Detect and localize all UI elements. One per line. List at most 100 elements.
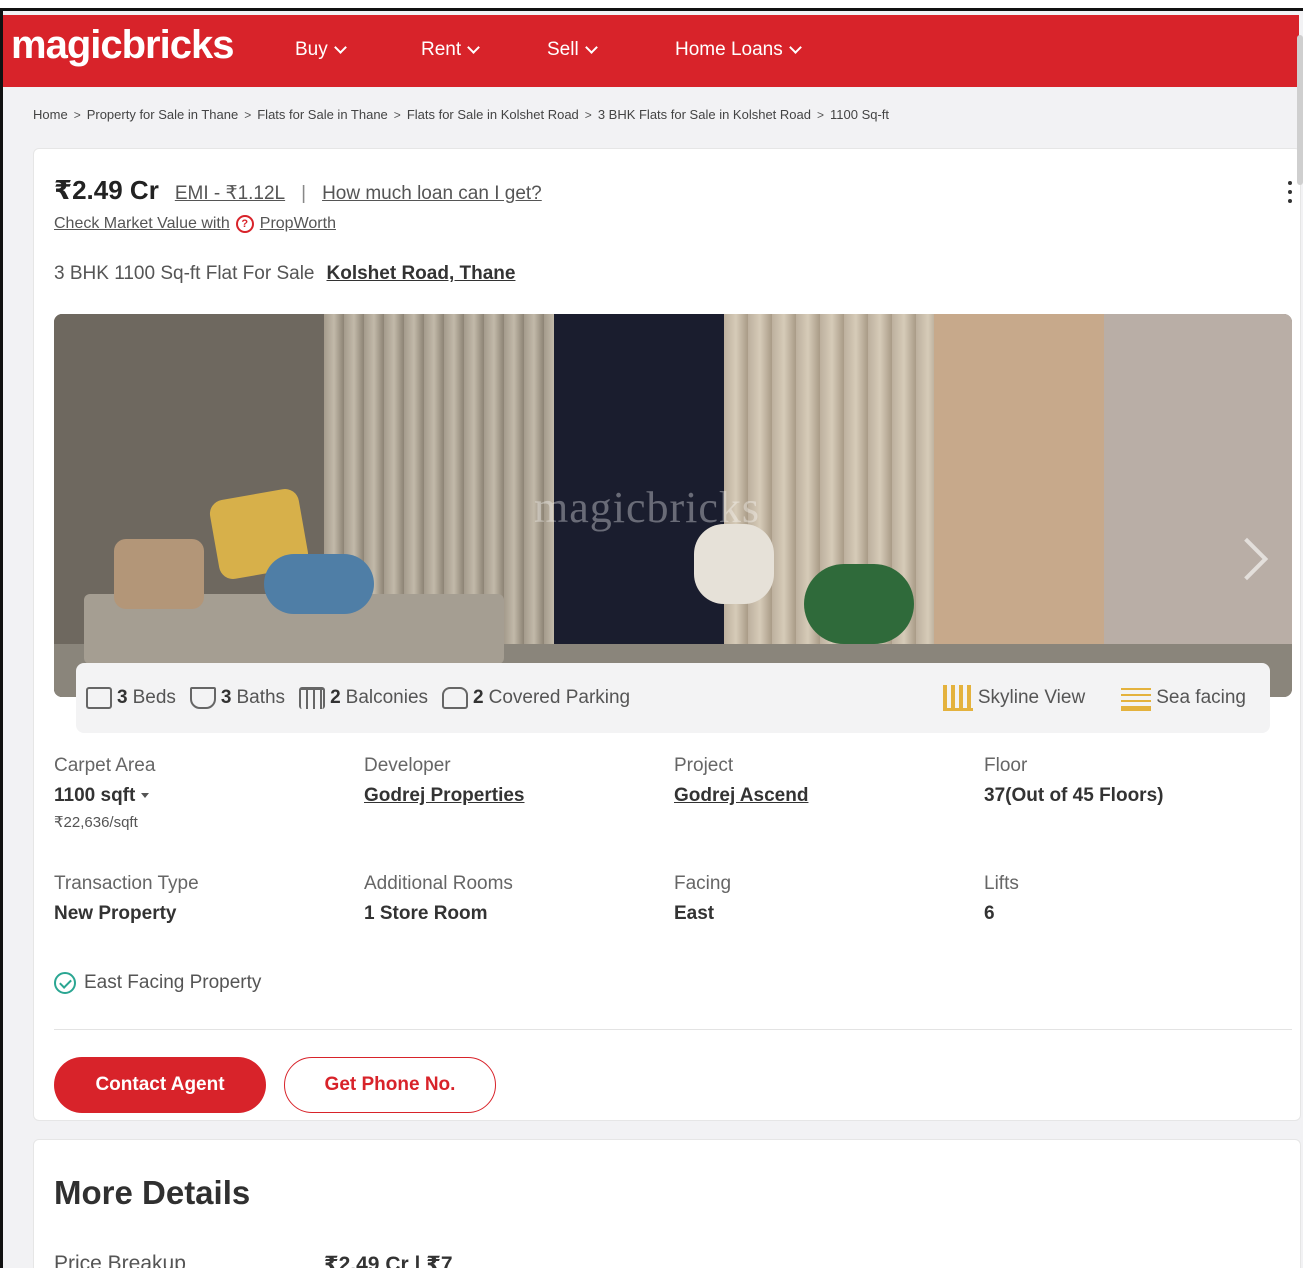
skyline-label: Skyline View bbox=[977, 687, 1086, 708]
transaction-value: New Property bbox=[54, 903, 177, 924]
sea-label: Sea facing bbox=[1156, 687, 1246, 708]
spec-carpet-area: Carpet Area 1100 sqft ₹22,636/sqft bbox=[54, 755, 155, 831]
facing-label: Facing bbox=[674, 873, 732, 894]
more-details-title: More Details bbox=[54, 1174, 251, 1211]
market-value-row[interactable]: Check Market Value with ? PropWorth bbox=[54, 215, 336, 233]
nav-sell-label: Sell bbox=[547, 39, 579, 60]
listing-title-text: 3 BHK 1100 Sq-ft Flat For Sale bbox=[54, 263, 315, 284]
carpet-area-value: 1100 sqft bbox=[54, 785, 155, 807]
rooms-value: 1 Store Room bbox=[364, 903, 488, 924]
beds-label: Beds bbox=[132, 687, 176, 708]
breadcrumb-separator: > bbox=[584, 107, 592, 122]
breadcrumb-flats-thane[interactable]: Flats for Sale in Thane bbox=[257, 107, 388, 122]
amenity-beds: 3 Beds bbox=[86, 687, 176, 709]
breadcrumb-separator: > bbox=[244, 107, 252, 122]
propworth-icon: ? bbox=[235, 215, 254, 233]
amenity-bar: 3 Beds 3 Baths 2 Balconies 2 Covered Par… bbox=[76, 663, 1270, 733]
amenity-balconies: 2 Balconies bbox=[299, 687, 428, 709]
sea-facing-icon bbox=[1121, 685, 1152, 711]
chevron-down-icon bbox=[467, 41, 481, 54]
price: ₹2.49 Cr bbox=[54, 175, 159, 205]
amenity-parking: 2 Covered Parking bbox=[442, 687, 630, 709]
nav-home-loans-label: Home Loans bbox=[675, 39, 783, 60]
chevron-down-icon bbox=[584, 41, 598, 54]
nav-rent[interactable]: Rent bbox=[421, 39, 481, 61]
market-value-text: Check Market Value with bbox=[54, 215, 230, 232]
facing-value: East bbox=[674, 903, 715, 924]
spec-facing: Facing East bbox=[674, 873, 731, 925]
separator: | bbox=[301, 183, 307, 204]
price-breakup-label: Price Breakup bbox=[54, 1252, 186, 1268]
chevron-down-icon bbox=[333, 41, 347, 54]
balcony-icon bbox=[299, 687, 326, 709]
carpet-area-text: 1100 sqft bbox=[54, 785, 136, 806]
breadcrumb-separator: > bbox=[816, 107, 824, 122]
nav-buy[interactable]: Buy bbox=[295, 39, 347, 61]
car-icon bbox=[442, 687, 469, 709]
emi-link[interactable]: EMI - ₹1.12L bbox=[175, 182, 285, 205]
get-phone-button[interactable]: Get Phone No. bbox=[284, 1057, 496, 1113]
nav-sell[interactable]: Sell bbox=[547, 39, 598, 61]
bathtub-icon bbox=[189, 687, 216, 709]
more-options-icon[interactable] bbox=[1288, 181, 1294, 203]
facing-highlight: East Facing Property bbox=[54, 972, 261, 994]
developer-link[interactable]: Godrej Properties bbox=[364, 785, 525, 807]
beds-count: 3 bbox=[117, 687, 128, 708]
property-photo[interactable]: magicbricks bbox=[54, 314, 1292, 697]
breadcrumb-3bhk-kolshet[interactable]: 3 BHK Flats for Sale in Kolshet Road bbox=[598, 107, 811, 122]
floor-label: Floor bbox=[984, 755, 1028, 776]
rooms-label: Additional Rooms bbox=[364, 873, 513, 894]
amenity-sea: Sea facing bbox=[1121, 685, 1246, 711]
page-scrollbar[interactable] bbox=[1297, 35, 1303, 185]
chevron-down-icon bbox=[788, 41, 802, 54]
price-row: ₹2.49 Cr EMI - ₹1.12L | How much loan ca… bbox=[54, 175, 542, 206]
facing-note-text: East Facing Property bbox=[84, 972, 262, 993]
breadcrumb-home[interactable]: Home bbox=[33, 107, 68, 122]
breadcrumb: Home > Property for Sale in Thane > Flat… bbox=[33, 107, 889, 122]
spec-floor: Floor 37(Out of 45 Floors) bbox=[984, 755, 1163, 807]
more-details-card: More Details Price Breakup ₹2.49 Cr | ₹7 bbox=[33, 1139, 1301, 1268]
listing-card: ₹2.49 Cr EMI - ₹1.12L | How much loan ca… bbox=[33, 148, 1301, 1121]
breadcrumb-property-thane[interactable]: Property for Sale in Thane bbox=[87, 107, 239, 122]
balconies-label: Balconies bbox=[345, 687, 429, 708]
browser-viewport: magicbricks Buy Rent Sell Home Loans Hom… bbox=[0, 8, 1303, 1268]
project-link[interactable]: Godrej Ascend bbox=[674, 785, 808, 807]
bed-icon bbox=[86, 687, 112, 709]
breadcrumb-flats-kolshet[interactable]: Flats for Sale in Kolshet Road bbox=[407, 107, 579, 122]
unit-dropdown-icon[interactable] bbox=[141, 793, 150, 799]
nav-rent-label: Rent bbox=[421, 39, 462, 60]
top-navbar: magicbricks Buy Rent Sell Home Loans bbox=[3, 15, 1299, 87]
amenity-highlights: Skyline View Sea facing bbox=[942, 685, 1260, 711]
spec-lifts: Lifts 6 bbox=[984, 873, 1019, 925]
floor-value: 37(Out of 45 Floors) bbox=[984, 785, 1164, 806]
skyline-icon bbox=[942, 685, 973, 711]
carpet-area-label: Carpet Area bbox=[54, 755, 156, 776]
breadcrumb-separator: > bbox=[393, 107, 401, 122]
breadcrumb-separator: > bbox=[73, 107, 81, 122]
photo-watermark: magicbricks bbox=[534, 483, 761, 532]
project-label: Project bbox=[674, 755, 734, 776]
breadcrumb-current: 1100 Sq-ft bbox=[830, 107, 890, 122]
baths-count: 3 bbox=[220, 687, 232, 708]
loan-eligibility-link[interactable]: How much loan can I get? bbox=[322, 183, 542, 205]
lifts-value: 6 bbox=[984, 903, 995, 924]
contact-agent-button[interactable]: Contact Agent bbox=[54, 1057, 266, 1113]
baths-label: Baths bbox=[236, 687, 286, 708]
propworth-link: PropWorth bbox=[259, 215, 336, 232]
locality-link[interactable]: Kolshet Road, Thane bbox=[327, 263, 516, 285]
balconies-count: 2 bbox=[330, 687, 341, 708]
transaction-label: Transaction Type bbox=[54, 873, 199, 894]
nav-home-loans[interactable]: Home Loans bbox=[675, 39, 802, 61]
parking-label: Covered Parking bbox=[488, 687, 631, 708]
price-per-sqft: ₹22,636/sqft bbox=[54, 814, 138, 831]
lifts-label: Lifts bbox=[984, 873, 1019, 894]
amenity-skyline: Skyline View bbox=[942, 685, 1086, 711]
check-circle-icon bbox=[54, 972, 76, 994]
spec-transaction: Transaction Type New Property bbox=[54, 873, 199, 925]
price-breakup-value: ₹2.49 Cr | ₹7 bbox=[324, 1253, 453, 1268]
amenity-baths: 3 Baths bbox=[189, 687, 286, 709]
spec-additional-rooms: Additional Rooms 1 Store Room bbox=[364, 873, 513, 925]
divider bbox=[54, 1029, 1292, 1030]
magicbricks-logo[interactable]: magicbricks bbox=[11, 23, 234, 68]
developer-label: Developer bbox=[364, 755, 451, 776]
